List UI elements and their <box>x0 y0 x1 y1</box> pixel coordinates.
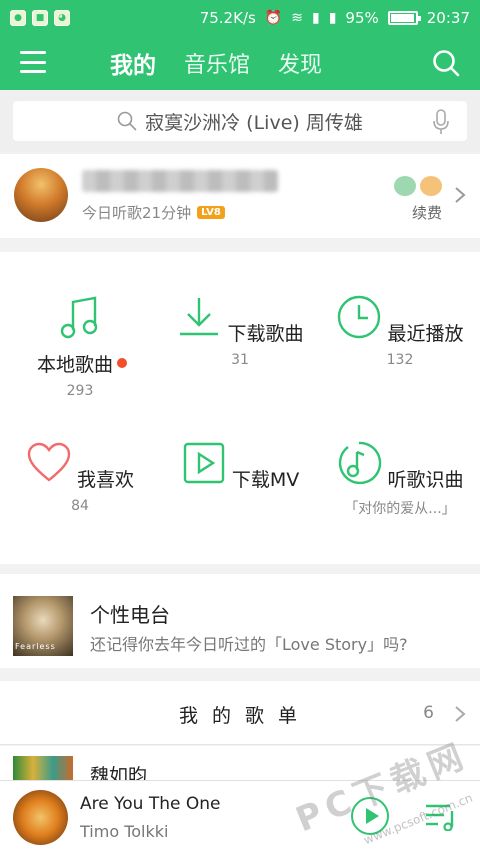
playlist-item[interactable]: 魏如昀 <box>0 746 480 780</box>
my-music-grid: 本地歌曲 293 下载歌曲 31 最近播放 132 我喜欢 84 下载MV 听歌… <box>0 252 480 564</box>
chevron-right-icon <box>455 706 466 722</box>
radio-subtitle: 还记得你去年今日听过的「Love Story」吗? <box>90 635 408 654</box>
network-speed: 75.2K/s <box>199 9 256 27</box>
video-play-icon <box>183 442 224 484</box>
playlist-cover <box>13 756 73 780</box>
notification-icons: ● ■ ◕ <box>10 10 70 26</box>
tile-count: 31 <box>231 352 249 368</box>
avatar[interactable] <box>14 168 68 222</box>
signal-icon: ▮ <box>328 10 337 26</box>
personal-radio-card[interactable]: Fearless 个性电台 还记得你去年今日听过的「Love Story」吗? <box>0 574 480 668</box>
playlists-title: 我 的 歌 单 <box>178 705 302 727</box>
tile-count: 293 <box>66 383 94 399</box>
now-playing-song: Are You The One <box>80 794 221 814</box>
hamburger-menu-icon[interactable] <box>20 51 46 73</box>
vip-badges <box>394 176 442 196</box>
music-note-icon <box>60 296 98 339</box>
tile-label: 下载歌曲 <box>227 323 304 345</box>
microphone-icon[interactable] <box>432 109 450 135</box>
now-playing-cover[interactable] <box>13 790 68 845</box>
album-cover-text: Fearless <box>15 642 56 651</box>
tile-count: 84 <box>71 498 89 514</box>
new-dot <box>117 358 127 368</box>
username-blurred <box>82 170 278 192</box>
search-icon[interactable] <box>432 49 460 77</box>
download-icon <box>180 298 219 336</box>
user-profile-card[interactable]: 今日听歌21分钟 LV8 续费 <box>0 154 480 238</box>
search-bar-area: 寂寞沙洲冷 (Live) 周传雄 <box>0 90 480 152</box>
tile-label: 听歌识曲 <box>387 469 464 491</box>
wifi-icon: ≋ <box>291 10 303 26</box>
app-notification-icon: ■ <box>32 10 48 26</box>
listen-today-text: 今日听歌21分钟 <box>82 204 192 222</box>
listen-today-row: 今日听歌21分钟 LV8 <box>82 202 225 223</box>
search-icon <box>117 111 137 131</box>
playlist-queue-icon[interactable] <box>424 801 458 831</box>
battery-icon <box>387 11 421 25</box>
clock-icon <box>338 295 381 339</box>
tile-label: 本地歌曲 <box>36 354 113 376</box>
radio-title: 个性电台 <box>90 603 170 627</box>
search-input[interactable]: 寂寞沙洲冷 (Live) 周传雄 <box>13 101 467 141</box>
clock-time: 20:37 <box>426 9 470 27</box>
music-recognize-icon <box>339 441 382 485</box>
battery-percent: 95% <box>345 9 379 27</box>
top-nav: 我的 音乐馆 发现 <box>0 36 480 90</box>
tile-label: 最近播放 <box>387 323 464 345</box>
tab-discover[interactable]: 发现 <box>278 47 322 79</box>
downloaded-songs-tile[interactable]: 下载歌曲 31 <box>160 294 320 368</box>
my-playlists-header[interactable]: 我 的 歌 单 6 <box>0 681 480 745</box>
favorites-tile[interactable]: 我喜欢 84 <box>0 440 160 514</box>
qq-icon: ◕ <box>54 10 70 26</box>
gold-badge-icon <box>420 176 442 196</box>
signal-icon: ▮ <box>311 10 320 26</box>
recent-play-tile[interactable]: 最近播放 132 <box>320 294 480 368</box>
playlist-name: 魏如昀 <box>90 765 148 780</box>
play-button-icon[interactable] <box>350 796 390 836</box>
heart-icon <box>27 442 71 482</box>
green-diamond-icon <box>394 176 416 196</box>
alarm-icon: ⏰ <box>264 10 283 26</box>
chevron-right-icon <box>455 187 466 203</box>
search-placeholder: 寂寞沙洲冷 (Live) 周传雄 <box>145 111 363 134</box>
status-bar: ● ■ ◕ 75.2K/s ⏰ ≋ ▮ ▮ 95% 20:37 <box>0 0 480 36</box>
app-notification-icon: ● <box>10 10 26 26</box>
tab-mine[interactable]: 我的 <box>110 46 156 80</box>
playlists-count: 6 <box>423 703 434 723</box>
renew-link[interactable]: 续费 <box>412 202 442 223</box>
mini-player[interactable]: Are You The One Timo Tolkki <box>0 780 480 853</box>
tab-music-hall[interactable]: 音乐馆 <box>184 47 250 79</box>
tile-count: 「对你的爱从...」 <box>344 501 456 517</box>
tile-label: 我喜欢 <box>77 469 135 491</box>
level-badge: LV8 <box>197 206 225 219</box>
tile-label: 下载MV <box>231 469 300 491</box>
downloaded-mv-tile[interactable]: 下载MV <box>160 440 320 498</box>
local-songs-tile[interactable]: 本地歌曲 293 <box>0 294 160 399</box>
tile-count: 132 <box>386 352 414 368</box>
now-playing-artist: Timo Tolkki <box>80 822 169 841</box>
music-recognition-tile[interactable]: 听歌识曲 「对你的爱从...」 <box>320 440 480 518</box>
